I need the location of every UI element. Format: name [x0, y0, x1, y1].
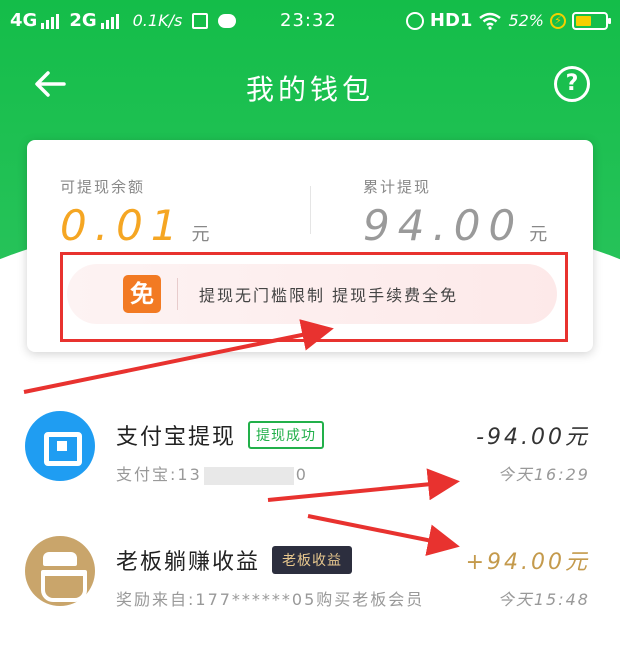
- notification-icon: [192, 12, 209, 29]
- income-badge: 老板收益: [272, 546, 353, 574]
- transaction-amount: +94.00元: [465, 550, 590, 575]
- status-bar: 4G 2G 0.1K/s 23:32 HD1 52% ⚡: [0, 0, 620, 44]
- alipay-wallet-icon: [25, 411, 95, 481]
- transaction-subtitle: 奖励来自:177******05购买老板会员: [116, 590, 425, 609]
- network-2g-label: 2G: [69, 10, 97, 31]
- status-left: 4G 2G 0.1K/s: [10, 10, 237, 31]
- transaction-time: 今天16:29: [497, 465, 590, 484]
- help-icon[interactable]: ?: [554, 66, 590, 102]
- transaction-title-text: 支付宝提现: [116, 425, 237, 450]
- alarm-icon: [405, 11, 424, 30]
- chat-icon: [218, 13, 237, 28]
- masked-account: [203, 466, 294, 485]
- promo-text: 提现无门槛限制 提现手续费全免: [199, 286, 459, 305]
- boss-detective-icon: [25, 536, 95, 606]
- promo-banner[interactable]: 免 提现无门槛限制 提现手续费全免: [67, 264, 557, 324]
- page-title: 我的钱包: [245, 73, 374, 106]
- network-4g-label: 4G: [10, 10, 38, 31]
- battery-percent: 52%: [508, 11, 544, 30]
- transaction-time: 今天15:48: [497, 590, 590, 609]
- withdrawable-amount: 0.01 元: [60, 201, 210, 250]
- transaction-title: 支付宝提现 提现成功: [116, 419, 325, 451]
- status-right: HD1 52% ⚡: [405, 10, 611, 31]
- withdrawable-unit: 元: [191, 224, 210, 245]
- charging-icon: ⚡: [550, 12, 566, 29]
- withdrawable-label: 可提现余额: [60, 178, 146, 196]
- transaction-title-text: 老板躺赚收益: [116, 550, 261, 575]
- free-badge-icon: 免: [123, 275, 161, 313]
- transaction-amount: -94.00元: [476, 425, 590, 450]
- total-withdrawn-label: 累计提现: [363, 178, 432, 196]
- wifi-icon: [479, 12, 502, 30]
- signal-icon: [41, 13, 60, 29]
- total-withdrawn-amount: 94.00 元: [363, 201, 547, 250]
- transaction-title: 老板躺赚收益 老板收益: [116, 544, 353, 576]
- signal-icon: [100, 13, 119, 29]
- total-withdrawn-unit: 元: [529, 224, 548, 245]
- promo-separator: [177, 278, 178, 310]
- transaction-item-alipay[interactable]: 支付宝提现 提现成功 支付宝:13 0 -94.00元 今天16:29: [0, 395, 620, 495]
- hd-label: HD1: [429, 10, 473, 31]
- wallet-card: 可提现余额 0.01 元 累计提现 94.00 元 免 提现无门槛限制 提现手续…: [27, 140, 593, 352]
- battery-icon: [572, 11, 611, 30]
- account-suffix: 0: [295, 465, 308, 484]
- account-prefix: 支付宝:13: [116, 465, 202, 484]
- network-speed: 0.1K/s: [132, 11, 183, 30]
- transaction-item-boss-income[interactable]: 老板躺赚收益 老板收益 奖励来自:177******05购买老板会员 +94.0…: [0, 520, 620, 620]
- status-time: 23:32: [280, 10, 337, 31]
- total-withdrawn-value: 94.00: [363, 201, 524, 250]
- title-bar: 我的钱包 ?: [0, 50, 620, 120]
- transaction-subtitle: 支付宝:13 0: [116, 461, 308, 485]
- status-badge: 提现成功: [248, 421, 325, 449]
- card-divider: [310, 186, 311, 234]
- total-withdrawn: 累计提现 94.00 元: [363, 176, 547, 250]
- withdrawable-value: 0.01: [60, 201, 186, 250]
- withdrawable-balance: 可提现余额 0.01 元: [60, 176, 210, 250]
